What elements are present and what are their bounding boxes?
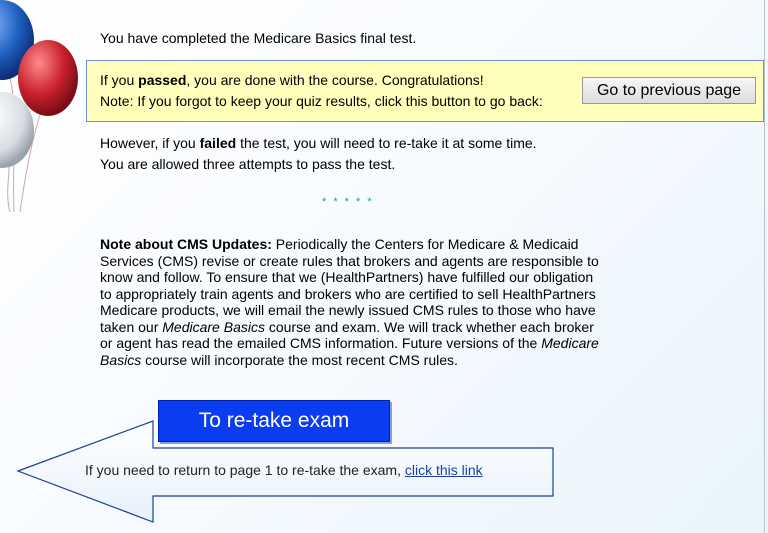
balloon-red — [18, 40, 78, 116]
stars-divider: * * * * * — [322, 196, 374, 208]
return-instructions: If you need to return to page 1 to re-ta… — [85, 462, 483, 478]
failed-line: However, if you failed the test, you wil… — [100, 135, 537, 151]
cms-course-name-1: Medicare Basics — [162, 318, 265, 335]
passed-text-pre: If you — [100, 72, 139, 88]
cms-updates-note: Note about CMS Updates: Periodically the… — [100, 236, 600, 368]
passed-line: If you passed, you are done with the cou… — [100, 72, 484, 88]
cms-heading: Note about CMS Updates: — [100, 236, 272, 252]
page-border — [764, 0, 765, 533]
passed-text-post: , you are done with the course. Congratu… — [186, 72, 484, 88]
completed-message: You have completed the Medicare Basics f… — [100, 30, 417, 46]
failed-text-post: the test, you will need to re-take it at… — [236, 135, 537, 151]
go-back-note: Note: If you forgot to keep your quiz re… — [100, 93, 543, 109]
retake-exam-button[interactable]: To re-take exam — [158, 400, 390, 442]
cms-text-3: course will incorporate the most recent … — [141, 351, 458, 368]
previous-page-button[interactable]: Go to previous page — [582, 77, 756, 104]
passed-notice: If you passed, you are done with the cou… — [86, 60, 764, 122]
balloons-illustration — [0, 0, 78, 213]
passed-bold: passed — [138, 72, 187, 88]
attempts-line: You are allowed three attempts to pass t… — [100, 156, 396, 172]
return-text: If you need to return to page 1 to re-ta… — [85, 462, 405, 478]
failed-text-pre: However, if you — [100, 135, 200, 151]
failed-bold: failed — [199, 135, 237, 151]
return-page-1-link[interactable]: click this link — [405, 462, 483, 478]
